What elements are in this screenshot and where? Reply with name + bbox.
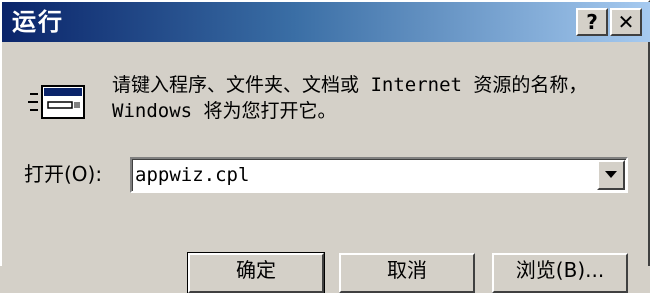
title-bar: 运行 ? ✕ (2, 2, 650, 42)
chevron-down-icon (605, 171, 617, 178)
cancel-button[interactable]: 取消 (339, 253, 475, 293)
close-button[interactable]: ✕ (610, 8, 642, 36)
open-label: 打开(O): (24, 162, 103, 186)
run-dialog: 运行 ? ✕ 请键入程序、文件夹、文档或 Internet 资源的名称，Wind… (0, 0, 650, 293)
dialog-description: 请键入程序、文件夹、文档或 Internet 资源的名称，Windows 将为您… (112, 74, 588, 122)
window-title: 运行 (12, 8, 64, 36)
ok-button[interactable]: 确定 (187, 252, 325, 293)
open-input[interactable] (135, 161, 595, 189)
dropdown-button[interactable] (597, 160, 625, 190)
browse-button[interactable]: 浏览(B)... (492, 253, 628, 293)
help-button[interactable]: ? (576, 8, 608, 36)
run-dialog-icon (28, 85, 85, 119)
open-combobox[interactable] (130, 157, 628, 193)
